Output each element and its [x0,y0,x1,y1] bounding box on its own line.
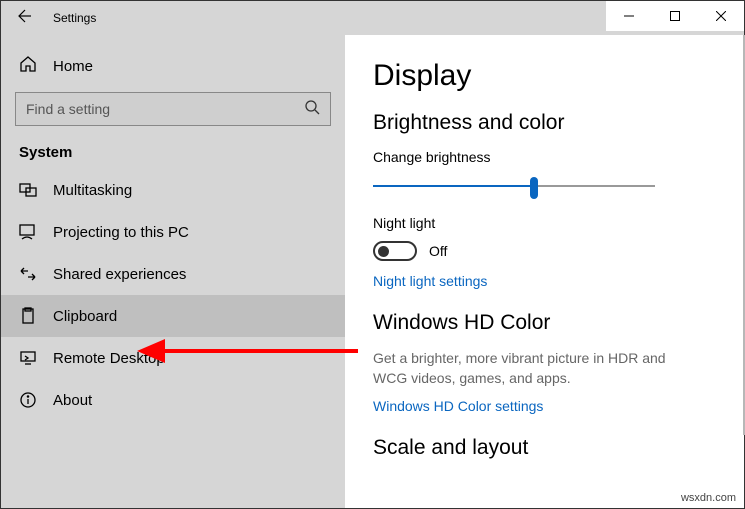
sidebar-item-remote-desktop[interactable]: Remote Desktop [1,337,345,379]
sidebar-section-head: System [1,144,345,169]
section-scale-layout: Scale and layout [373,436,716,460]
brightness-slider[interactable] [373,175,655,199]
sidebar-item-label: Shared experiences [53,266,186,283]
night-light-state: Off [429,243,447,259]
sidebar: Home System Multitasking Projecting to t… [1,35,345,508]
sidebar-item-label: Remote Desktop [53,350,165,367]
toggle-knob [378,246,389,257]
section-hd-color: Windows HD Color [373,311,716,335]
back-button[interactable] [15,8,31,29]
sidebar-item-shared-experiences[interactable]: Shared experiences [1,253,345,295]
search-input[interactable] [26,101,304,117]
sidebar-home[interactable]: Home [1,47,345,92]
sidebar-home-label: Home [53,58,93,75]
maximize-button[interactable] [652,1,698,31]
multitasking-icon [19,181,37,199]
sidebar-item-label: Projecting to this PC [53,224,189,241]
watermark: wsxdn.com [681,492,736,504]
sidebar-item-label: Multitasking [53,182,132,199]
search-icon [304,99,320,120]
close-button[interactable] [698,1,744,31]
sidebar-item-clipboard[interactable]: Clipboard [1,295,345,337]
sidebar-item-about[interactable]: About [1,379,345,421]
hd-color-description: Get a brighter, more vibrant picture in … [373,349,693,388]
window-title: Settings [53,11,96,25]
sidebar-item-projecting[interactable]: Projecting to this PC [1,211,345,253]
section-brightness-color: Brightness and color [373,111,716,135]
sidebar-item-label: About [53,392,92,409]
home-icon [19,55,37,78]
clipboard-icon [19,307,37,325]
search-box[interactable] [15,92,331,126]
night-light-label: Night light [373,215,716,231]
sidebar-item-multitasking[interactable]: Multitasking [1,169,345,211]
projecting-icon [19,223,37,241]
slider-fill [373,185,534,187]
night-light-toggle[interactable] [373,241,417,261]
night-light-settings-link[interactable]: Night light settings [373,273,716,289]
window-controls [606,1,744,31]
content-pane: Display Brightness and color Change brig… [345,35,744,508]
about-icon [19,391,37,409]
hd-color-settings-link[interactable]: Windows HD Color settings [373,398,716,414]
shared-experiences-icon [19,265,37,283]
remote-desktop-icon [19,349,37,367]
minimize-button[interactable] [606,1,652,31]
page-title: Display [373,59,716,93]
brightness-label: Change brightness [373,149,716,165]
slider-thumb[interactable] [530,177,538,199]
sidebar-item-label: Clipboard [53,308,117,325]
